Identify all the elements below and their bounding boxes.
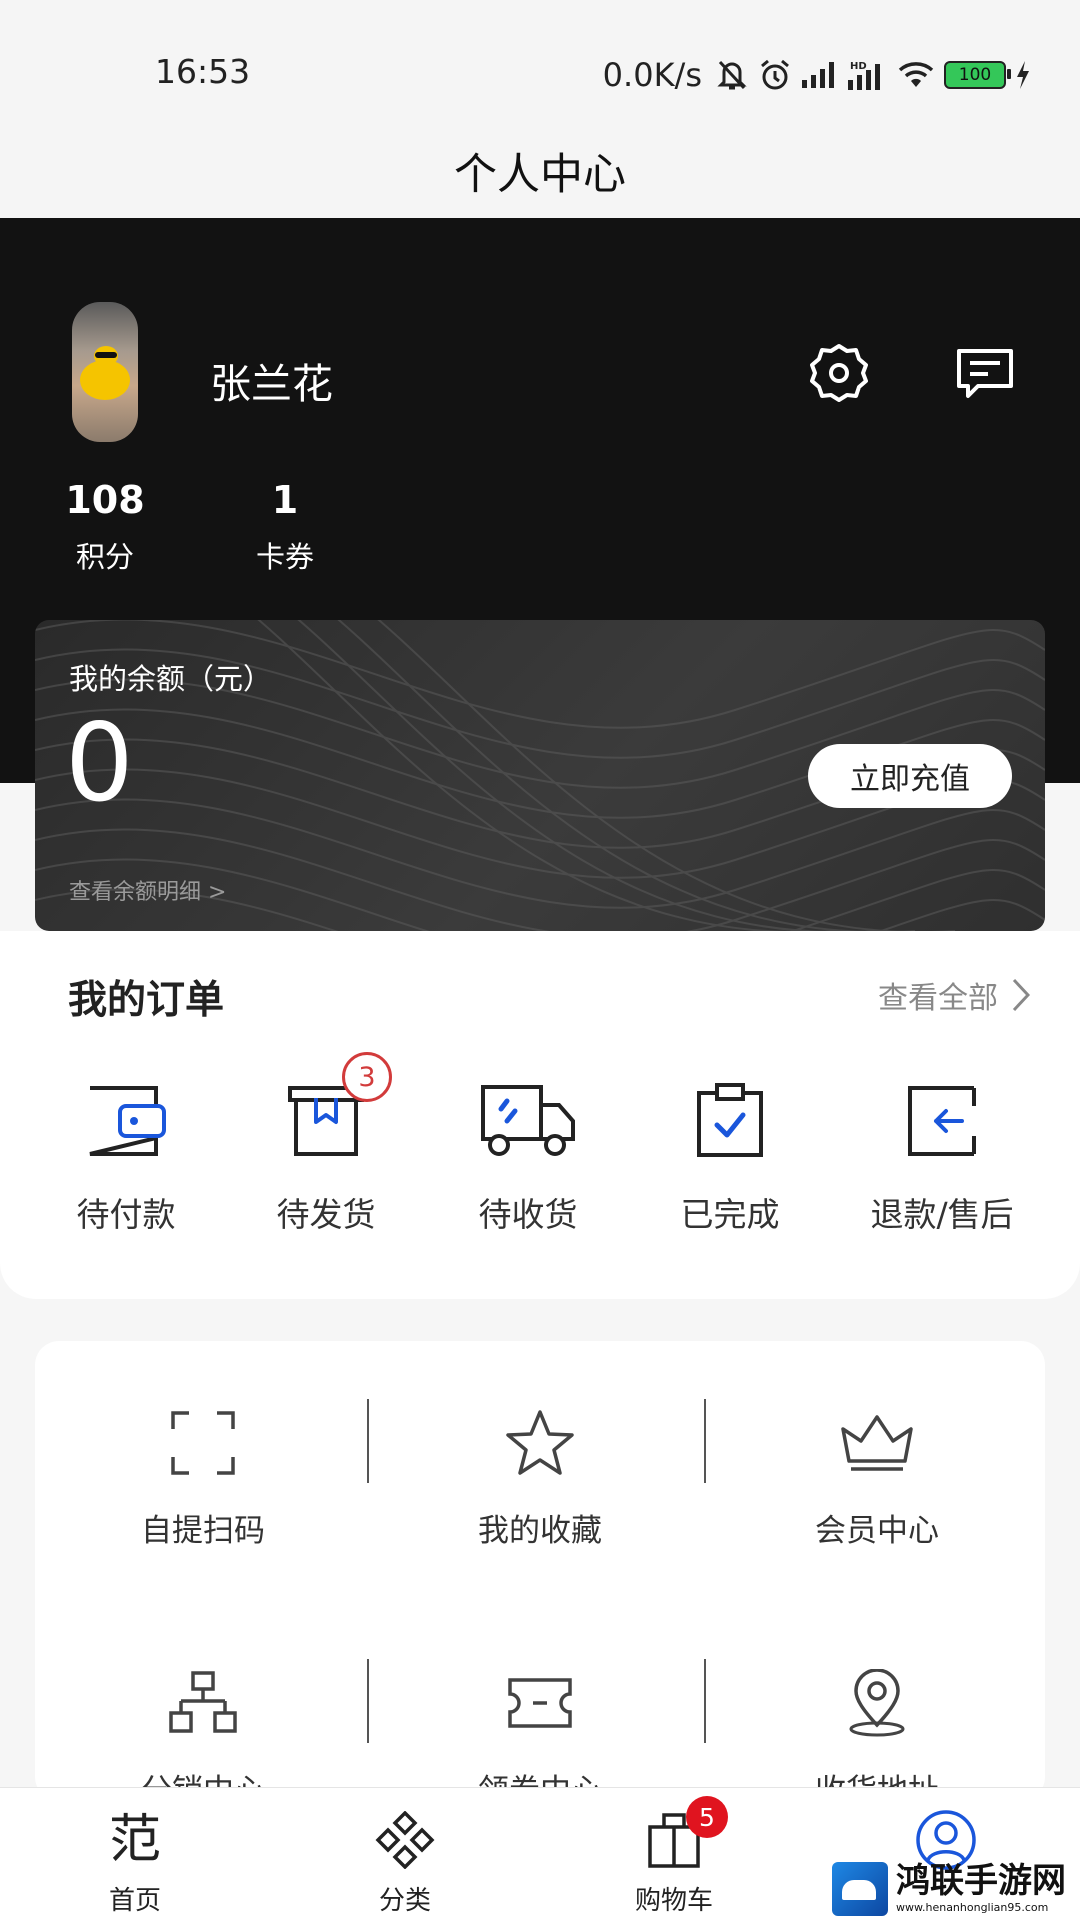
service-label: 我的收藏 [478, 1513, 602, 1549]
watermark-logo [832, 1862, 888, 1916]
mute-bell-icon [716, 58, 748, 92]
service-membership[interactable]: 会员中心 [709, 1403, 1045, 1550]
order-pending-receipt[interactable]: 待收货 [428, 1076, 628, 1236]
points-label: 积分 [75, 540, 134, 574]
balance-title: 我的余额（元） [69, 662, 273, 696]
service-pickup-scan[interactable]: 自提扫码 [35, 1403, 371, 1550]
order-label: 退款/售后 [870, 1195, 1014, 1234]
avatar-duck-image [80, 346, 130, 400]
watermark-url: www.henanhonglian95.com [896, 1901, 1049, 1914]
network-speed: 0.0K/s [602, 56, 702, 94]
orders-title: 我的订单 [68, 978, 225, 1023]
balance-detail-link[interactable]: 查看余额明细 > [69, 874, 226, 906]
nav-home[interactable]: 范 首页 [55, 1810, 215, 1917]
nav-cart[interactable]: 5 购物车 [594, 1796, 754, 1917]
ticket-icon [372, 1663, 708, 1743]
location-pin-icon [709, 1663, 1045, 1743]
orders-panel: 我的订单 查看全部 待付款 3 待发货 待收货 已完成 退款/售后 [0, 931, 1080, 1299]
page-title: 个人中心 [454, 150, 626, 200]
crown-icon [709, 1403, 1045, 1483]
coupons-stat[interactable]: 1 卡券 [225, 478, 345, 576]
settings-gear-icon[interactable] [808, 342, 870, 408]
recharge-button[interactable]: 立即充值 [808, 744, 1012, 808]
order-label: 待收货 [478, 1195, 578, 1234]
order-completed[interactable]: 已完成 [630, 1076, 830, 1236]
points-value: 108 [65, 478, 145, 522]
balance-value: 0 [65, 701, 134, 826]
nav-category[interactable]: 分类 [325, 1810, 485, 1917]
coupons-value: 1 [271, 478, 299, 522]
star-icon [372, 1403, 708, 1483]
status-indicators: 0.0K/s HD 100 [603, 52, 1030, 98]
coupons-label: 卡券 [255, 540, 314, 574]
message-icon[interactable] [956, 348, 1014, 404]
hd-signal-icon: HD [848, 60, 888, 90]
status-bar: 16:53 0.0K/s HD 100 [0, 0, 1080, 118]
chevron-right-icon [1012, 978, 1030, 1012]
points-stat[interactable]: 108 积分 [45, 478, 165, 576]
battery-icon: 100 [944, 61, 1011, 89]
clipboard-check-icon [630, 1076, 830, 1166]
status-time: 16:53 [155, 52, 251, 91]
alarm-icon [758, 58, 792, 92]
view-all-orders-link[interactable]: 查看全部 [878, 973, 1030, 1017]
svg-text:HD: HD [850, 61, 867, 72]
grid-divider [367, 1399, 369, 1483]
truck-icon [428, 1076, 628, 1166]
nav-label: 购物车 [634, 1886, 713, 1916]
return-icon [842, 1076, 1042, 1166]
order-label: 待发货 [276, 1195, 376, 1234]
service-label: 会员中心 [815, 1513, 939, 1549]
wifi-icon [898, 61, 934, 89]
service-label: 自提扫码 [141, 1513, 265, 1549]
watermark-title: 鸿联手游网 [896, 1861, 1066, 1901]
cart-icon: 5 [594, 1796, 754, 1870]
nav-label: 首页 [108, 1886, 161, 1916]
grid-divider [704, 1399, 706, 1483]
nav-label: 分类 [378, 1886, 431, 1916]
watermark: 鸿联手游网 www.henanhonglian95.com [832, 1858, 1080, 1920]
order-label: 已完成 [680, 1195, 780, 1234]
service-favorites[interactable]: 我的收藏 [372, 1403, 708, 1550]
category-icon [325, 1810, 485, 1870]
package-icon: 3 [226, 1052, 426, 1166]
balance-card: 我的余额（元） 0 查看余额明细 > 立即充值 [35, 620, 1045, 931]
order-refund-aftersales[interactable]: 退款/售后 [842, 1076, 1042, 1236]
cart-badge: 5 [686, 1796, 728, 1838]
order-label: 待付款 [76, 1195, 176, 1234]
scan-icon [35, 1403, 371, 1483]
title-bar: 个人中心 [0, 118, 1080, 218]
home-icon: 范 [55, 1810, 215, 1870]
avatar[interactable] [72, 302, 138, 442]
pending-shipment-badge: 3 [342, 1052, 392, 1102]
grid-divider [704, 1659, 706, 1743]
order-pending-payment[interactable]: 待付款 [26, 1076, 226, 1236]
wallet-icon [26, 1076, 226, 1166]
charging-icon [1016, 61, 1030, 89]
services-panel: 自提扫码 我的收藏 会员中心 分销中心 领券中心 收货地址 [35, 1341, 1045, 1809]
user-name: 张兰花 [210, 360, 333, 408]
org-chart-icon [35, 1663, 371, 1743]
signal-icon [802, 62, 838, 88]
order-pending-shipment[interactable]: 3 待发货 [226, 1052, 426, 1236]
watermark-text: 鸿联手游网 www.henanhonglian95.com [896, 1864, 1066, 1914]
grid-divider [367, 1659, 369, 1743]
home-glyph: 范 [108, 1810, 161, 1870]
view-all-label: 查看全部 [878, 981, 998, 1016]
